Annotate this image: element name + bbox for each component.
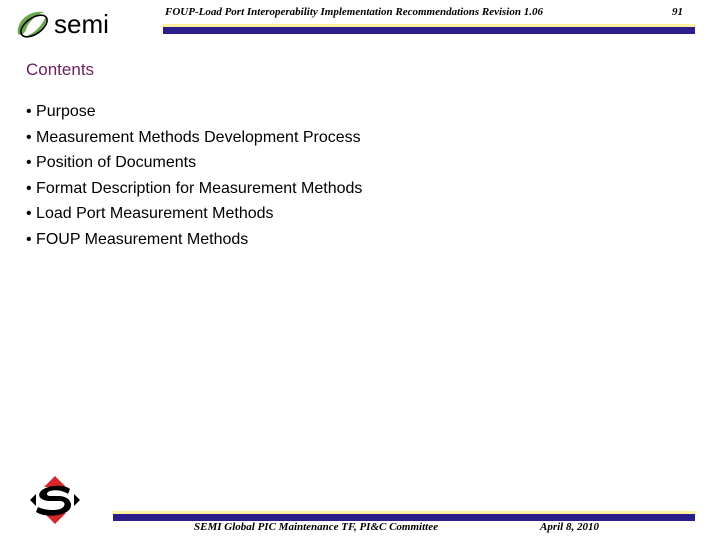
list-item: • Measurement Methods Development Proces… bbox=[26, 128, 361, 146]
footer-bar bbox=[113, 511, 695, 521]
slide-title: Contents bbox=[26, 60, 95, 79]
list-item: • Format Description for Measurement Met… bbox=[26, 179, 363, 197]
header-bar bbox=[163, 24, 695, 34]
footer-committee: SEMI Global PIC Maintenance TF, PI&C Com… bbox=[194, 521, 438, 533]
list-item: • Purpose bbox=[26, 103, 96, 120]
logo-wordmark: semi bbox=[54, 9, 109, 39]
list-item: • Load Port Measurement Methods bbox=[26, 205, 274, 222]
header-title: FOUP-Load Port Interoperability Implemen… bbox=[165, 6, 543, 18]
footer-date: April 8, 2010 bbox=[540, 521, 599, 533]
semi-s-diamond-icon bbox=[26, 474, 84, 526]
list-item: • FOUP Measurement Methods bbox=[26, 230, 249, 248]
semi-logo-icon: semi bbox=[14, 4, 154, 42]
page-number: 91 bbox=[672, 6, 683, 18]
contents-list: • Purpose • Measurement Methods Developm… bbox=[26, 99, 362, 252]
list-item: • Position of Documents bbox=[26, 154, 197, 171]
